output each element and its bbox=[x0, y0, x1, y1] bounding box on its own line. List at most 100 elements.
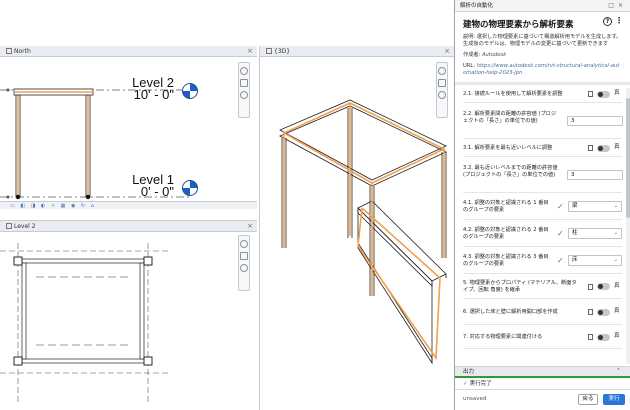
parameter-label: 4.1. 調整の対象と認識される 1 番目のグループの要素 bbox=[463, 200, 549, 213]
author-value: Autodesk bbox=[481, 52, 507, 58]
level-1-label: Level 1 0' - 0" bbox=[100, 173, 174, 199]
toggle-value: 真 bbox=[614, 283, 620, 289]
category-select[interactable]: 床 ⌄ bbox=[568, 255, 622, 266]
category-select[interactable]: 梁 ⌄ bbox=[568, 201, 622, 212]
parameter-row: 2.1. 接続ルールを使用して解析要素を調整 真 bbox=[463, 85, 622, 103]
plan-view-icon bbox=[6, 223, 12, 229]
boolean-toggle[interactable] bbox=[597, 283, 610, 290]
parameter-row: 7. 対応する物理要素に関連付ける 真 bbox=[463, 325, 622, 349]
parameter-row: 4.2. 調整の対象と認識される 2 番目のグループの要素 ✓ 柱 ⌄ bbox=[463, 220, 622, 247]
view-tab-3d[interactable]: {3D} × bbox=[260, 46, 454, 57]
plan-drawing bbox=[0, 243, 170, 403]
chevron-down-icon[interactable]: ⌄ bbox=[614, 202, 618, 211]
category-select[interactable]: 柱 ⌄ bbox=[568, 228, 622, 239]
parameter-row: 4.1. 調整の対象と認識される 1 番目のグループの要素 ✓ 梁 ⌄ bbox=[463, 193, 622, 220]
level-head-icon[interactable] bbox=[182, 180, 198, 196]
orbit-icon[interactable] bbox=[240, 91, 248, 99]
orbit-icon[interactable] bbox=[438, 91, 446, 99]
3d-view[interactable]: {3D} × bbox=[259, 46, 454, 410]
script-description: 説明: 選択した物理要素に基づいて構造解析用モデルを生成します。生成後のモデルは… bbox=[463, 34, 622, 47]
parameter-label: 3.2. 最も近いレベルまでの距離の許容値 (プロジェクトの「長さ」の単位での値… bbox=[463, 165, 558, 178]
level-elevation: 0' - 0" bbox=[140, 184, 174, 199]
number-input[interactable]: 3 bbox=[567, 116, 623, 126]
3d-model-drawing bbox=[279, 99, 447, 365]
panel-heading: 建物の物理要素から解析要素 ? ⋮ bbox=[455, 12, 630, 30]
view-tab-label: North bbox=[14, 48, 31, 55]
check-icon: ✓ bbox=[557, 202, 564, 211]
pan-icon[interactable] bbox=[240, 79, 248, 87]
url-label: URL: bbox=[463, 63, 476, 69]
boolean-toggle[interactable] bbox=[597, 309, 610, 316]
author-label: 作成者: bbox=[463, 52, 481, 58]
boolean-toggle[interactable] bbox=[597, 145, 610, 152]
help-icon[interactable]: ? bbox=[603, 17, 612, 26]
panel-scrollbar[interactable] bbox=[626, 88, 630, 364]
select-value: 床 bbox=[572, 257, 578, 263]
close-icon[interactable]: × bbox=[247, 221, 253, 232]
close-icon[interactable]: × bbox=[444, 46, 450, 57]
output-section-header[interactable]: 出力 ˄ bbox=[455, 366, 630, 376]
back-button[interactable]: 戻る bbox=[578, 394, 598, 405]
copy-icon[interactable] bbox=[588, 91, 593, 97]
view-control-bar[interactable]: ▭ ◧ ◨ ◐ ✧ ▦ ◉ ↻ ⌂ bbox=[0, 201, 257, 209]
view-tab-level2[interactable]: Level 2 × bbox=[0, 221, 257, 232]
zoom-icon[interactable] bbox=[240, 67, 248, 75]
level-elevation: 10' - 0" bbox=[133, 87, 174, 102]
chevron-down-icon[interactable]: ⌄ bbox=[614, 229, 618, 238]
copy-icon[interactable] bbox=[588, 309, 593, 315]
view-tab-north[interactable]: North × bbox=[0, 46, 257, 57]
level-2-label: Level 2 10' - 0" bbox=[100, 76, 174, 102]
output-message-line: ✓ 実行完了 bbox=[463, 379, 492, 387]
copy-icon[interactable] bbox=[588, 334, 593, 340]
parameter-label: 4.2. 調整の対象と認識される 2 番目のグループの要素 bbox=[463, 227, 549, 240]
parameter-row: 5. 物理要素からプロパティ (マテリアル、断面タイプ、回転 角度) を継承 真 bbox=[463, 274, 622, 299]
navigation-bar[interactable] bbox=[436, 62, 448, 118]
url-link[interactable]: https://www.autodesk.com/rvt-structural-… bbox=[463, 63, 619, 76]
select-value: 梁 bbox=[572, 203, 578, 209]
elevation-view-icon bbox=[6, 48, 12, 54]
toggle-value: 真 bbox=[614, 144, 620, 150]
navigation-bar[interactable] bbox=[238, 62, 250, 118]
pan-icon[interactable] bbox=[438, 79, 446, 87]
check-icon: ✓ bbox=[557, 229, 564, 238]
run-button[interactable]: 実行 bbox=[603, 394, 625, 405]
output-label: 出力 bbox=[463, 369, 475, 375]
zoom-icon[interactable] bbox=[438, 67, 446, 75]
close-icon[interactable]: × bbox=[247, 46, 253, 57]
check-icon: ✓ bbox=[557, 256, 564, 265]
chevron-down-icon[interactable]: ⌄ bbox=[614, 256, 618, 265]
navigation-bar[interactable] bbox=[238, 235, 250, 291]
output-status-strip bbox=[455, 376, 630, 378]
north-elevation-view[interactable]: North × Level 2 10' - 0" Level 1 0' - 0"… bbox=[0, 46, 257, 210]
pan-icon[interactable] bbox=[240, 252, 248, 260]
panel-footer: unsaved 戻る 実行 bbox=[455, 389, 630, 410]
toggle-value: 真 bbox=[614, 333, 620, 339]
panel-titlebar[interactable]: 解析の自動化 □× bbox=[455, 0, 630, 12]
maximize-icon[interactable]: □ bbox=[608, 2, 618, 9]
close-icon[interactable]: × bbox=[618, 2, 627, 9]
analytical-automation-panel: 解析の自動化 □× 建物の物理要素から解析要素 ? ⋮ 説明: 選択した物理要素… bbox=[454, 0, 630, 410]
number-input[interactable]: 3 bbox=[567, 170, 623, 180]
view-tab-label: {3D} bbox=[274, 48, 291, 55]
copy-icon[interactable] bbox=[588, 145, 593, 151]
zoom-icon[interactable] bbox=[240, 240, 248, 248]
orbit-icon[interactable] bbox=[240, 264, 248, 272]
check-icon: ✓ bbox=[463, 381, 468, 387]
boolean-toggle[interactable] bbox=[597, 334, 610, 341]
boolean-toggle[interactable] bbox=[597, 91, 610, 98]
select-value: 柱 bbox=[572, 230, 578, 236]
window-title: 解析の自動化 bbox=[460, 3, 494, 9]
save-status: unsaved bbox=[463, 396, 487, 402]
level-2-plan-view[interactable]: Level 2 × bbox=[0, 220, 257, 410]
scrollbar-thumb[interactable] bbox=[626, 98, 630, 218]
script-title: 建物の物理要素から解析要素 bbox=[463, 20, 574, 30]
level-head-icon[interactable] bbox=[182, 83, 198, 99]
app-root: North × Level 2 10' - 0" Level 1 0' - 0"… bbox=[0, 0, 630, 410]
parameter-row: 6. 選択した床と壁に解析用開口部を作成 真 bbox=[463, 299, 622, 325]
parameter-row: 3.1. 解析要素を最も近いレベルに調整 真 bbox=[463, 139, 622, 157]
more-options-icon[interactable]: ⋮ bbox=[615, 16, 623, 25]
author-line: 作成者: Autodesk bbox=[455, 48, 630, 59]
copy-icon[interactable] bbox=[588, 284, 593, 290]
parameter-row: 4.3. 調整の対象と認識される 3 番目のグループの要素 ✓ 床 ⌄ bbox=[463, 247, 622, 274]
parameter-list: 2.1. 接続ルールを使用して解析要素を調整真 2.2. 解析要素間の距離の許容値… bbox=[455, 85, 630, 349]
